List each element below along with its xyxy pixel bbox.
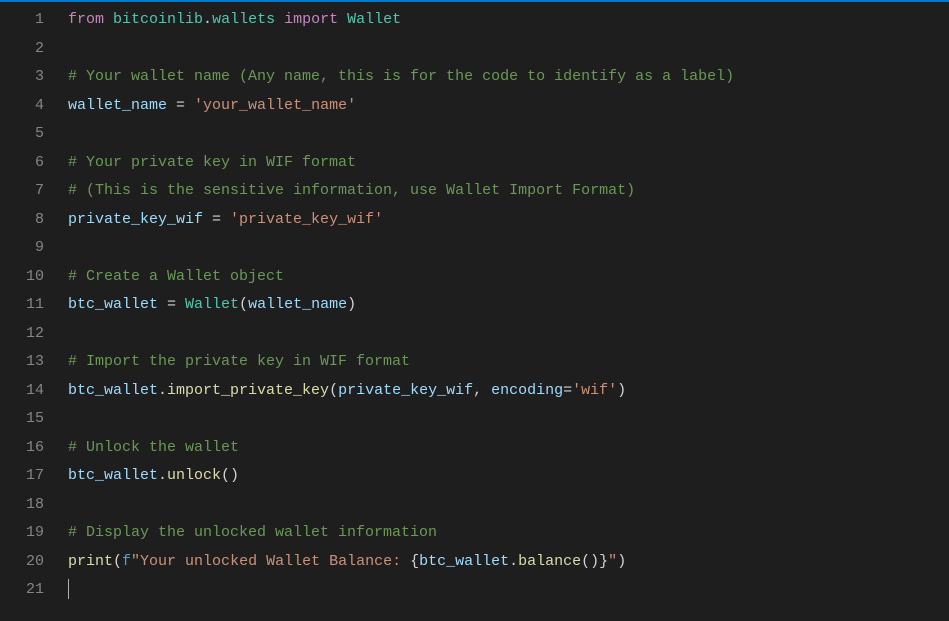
token-str: " (608, 553, 617, 570)
token-str: 'your_wallet_name' (194, 97, 356, 114)
token-op (338, 11, 347, 28)
code-line[interactable]: # (This is the sensitive information, us… (68, 177, 949, 206)
line-number: 6 (0, 149, 44, 178)
token-var: btc_wallet (68, 382, 158, 399)
line-number: 7 (0, 177, 44, 206)
line-number: 5 (0, 120, 44, 149)
token-var: wallet_name (68, 97, 167, 114)
token-var: btc_wallet (68, 296, 158, 313)
token-op: . (509, 553, 518, 570)
token-op (104, 11, 113, 28)
line-number: 9 (0, 234, 44, 263)
line-number: 21 (0, 576, 44, 605)
line-number: 19 (0, 519, 44, 548)
token-cmt: # Your private key in WIF format (68, 154, 356, 171)
token-kw: from (68, 11, 104, 28)
token-mod: Wallet (347, 11, 401, 28)
token-str: "Your unlocked Wallet Balance: (131, 553, 410, 570)
token-op: ()} (581, 553, 608, 570)
code-line[interactable] (68, 576, 949, 605)
line-number: 10 (0, 263, 44, 292)
line-number: 17 (0, 462, 44, 491)
code-line[interactable]: btc_wallet = Wallet(wallet_name) (68, 291, 949, 320)
code-line[interactable]: # Display the unlocked wallet informatio… (68, 519, 949, 548)
token-cmt: # (This is the sensitive information, us… (68, 182, 635, 199)
token-op: { (410, 553, 419, 570)
token-cmt: # Unlock the wallet (68, 439, 239, 456)
token-op: . (158, 382, 167, 399)
token-blue: f (122, 553, 131, 570)
code-line[interactable]: # Create a Wallet object (68, 263, 949, 292)
code-line[interactable] (68, 120, 949, 149)
token-mod: bitcoinlib (113, 11, 203, 28)
token-op: ( (239, 296, 248, 313)
token-str: 'wif' (572, 382, 617, 399)
line-number: 18 (0, 491, 44, 520)
token-op: . (158, 467, 167, 484)
code-line[interactable]: btc_wallet.unlock() (68, 462, 949, 491)
code-line[interactable] (68, 234, 949, 263)
token-fn: unlock (167, 467, 221, 484)
line-number: 3 (0, 63, 44, 92)
token-op: ) (347, 296, 356, 313)
token-cmt: # Display the unlocked wallet informatio… (68, 524, 437, 541)
token-var: btc_wallet (419, 553, 509, 570)
token-cmt: # Create a Wallet object (68, 268, 284, 285)
token-fn: balance (518, 553, 581, 570)
token-mod: Wallet (185, 296, 239, 313)
code-line[interactable] (68, 491, 949, 520)
code-line[interactable] (68, 35, 949, 64)
code-line[interactable]: private_key_wif = 'private_key_wif' (68, 206, 949, 235)
line-number-gutter: 123456789101112131415161718192021 (0, 6, 62, 621)
token-cmt: # Your wallet name (Any name, this is fo… (68, 68, 734, 85)
token-op: = (563, 382, 572, 399)
line-number: 14 (0, 377, 44, 406)
token-op (275, 11, 284, 28)
line-number: 15 (0, 405, 44, 434)
token-op: ) (617, 382, 626, 399)
code-line[interactable] (68, 320, 949, 349)
token-op: = (158, 296, 185, 313)
token-var: encoding (491, 382, 563, 399)
code-line[interactable]: wallet_name = 'your_wallet_name' (68, 92, 949, 121)
code-line[interactable] (68, 405, 949, 434)
code-line[interactable]: # Your wallet name (Any name, this is fo… (68, 63, 949, 92)
line-number: 20 (0, 548, 44, 577)
token-op: ( (113, 553, 122, 570)
token-kw: import (284, 11, 338, 28)
line-number: 4 (0, 92, 44, 121)
token-op: () (221, 467, 239, 484)
line-number: 8 (0, 206, 44, 235)
line-number: 16 (0, 434, 44, 463)
token-op: . (203, 11, 212, 28)
code-line[interactable]: btc_wallet.import_private_key(private_ke… (68, 377, 949, 406)
code-editor[interactable]: 123456789101112131415161718192021 from b… (0, 2, 949, 621)
text-cursor (68, 579, 69, 599)
code-line[interactable]: # Import the private key in WIF format (68, 348, 949, 377)
token-op: ( (329, 382, 338, 399)
line-number: 1 (0, 6, 44, 35)
token-fn: import_private_key (167, 382, 329, 399)
line-number: 12 (0, 320, 44, 349)
code-line[interactable]: print(f"Your unlocked Wallet Balance: {b… (68, 548, 949, 577)
line-number: 13 (0, 348, 44, 377)
code-line[interactable]: # Unlock the wallet (68, 434, 949, 463)
code-line[interactable]: # Your private key in WIF format (68, 149, 949, 178)
code-line[interactable]: from bitcoinlib.wallets import Wallet (68, 6, 949, 35)
token-cmt: # Import the private key in WIF format (68, 353, 410, 370)
token-op: = (167, 97, 194, 114)
token-var: wallet_name (248, 296, 347, 313)
token-op: = (203, 211, 230, 228)
token-op: , (473, 382, 491, 399)
token-mod: wallets (212, 11, 275, 28)
token-op: ) (617, 553, 626, 570)
line-number: 2 (0, 35, 44, 64)
token-var: private_key_wif (68, 211, 203, 228)
token-var: btc_wallet (68, 467, 158, 484)
token-fn: print (68, 553, 113, 570)
token-str: 'private_key_wif' (230, 211, 383, 228)
code-content[interactable]: from bitcoinlib.wallets import Wallet# Y… (62, 6, 949, 621)
token-var: private_key_wif (338, 382, 473, 399)
line-number: 11 (0, 291, 44, 320)
